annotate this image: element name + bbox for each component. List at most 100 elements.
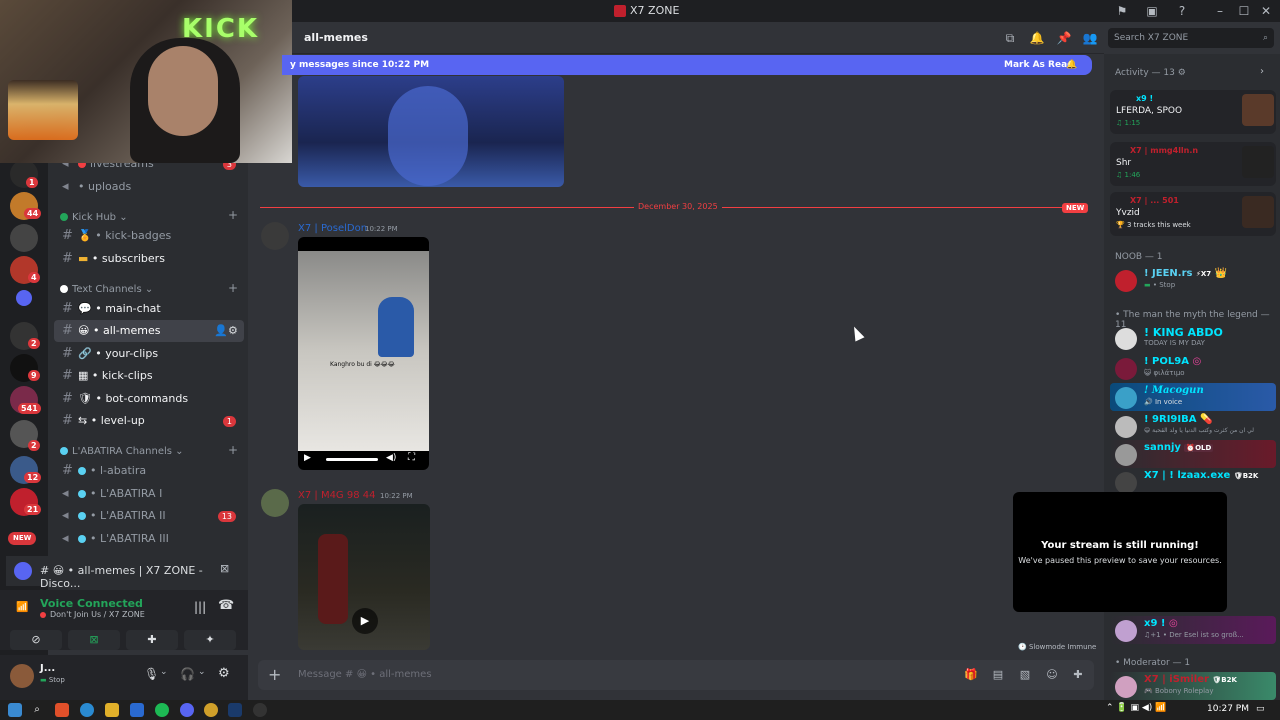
edge-icon[interactable] [80, 703, 94, 717]
disconnect-icon[interactable]: ☎ [218, 598, 234, 613]
file-explorer-icon[interactable] [105, 703, 119, 717]
chrome-icon[interactable] [204, 703, 218, 717]
screen-share-button[interactable]: ⊠ [68, 630, 120, 650]
member-item[interactable]: x9 ! ◎ ♫+1 • Der Esel ist so groß... [1110, 616, 1276, 644]
video-thumbnail[interactable]: ▶ [298, 504, 430, 650]
channel-kick-badges[interactable]: # 🏅 • kick-badges [54, 225, 244, 247]
video-player[interactable]: Kanghro bu di 😂😂😂 ▶ ◀) ⛶ [298, 237, 429, 470]
member-item[interactable]: ! JEEN.rs ⚡X7 👑 ▬ • Stop [1110, 266, 1276, 294]
headphones-icon[interactable]: 🎧 [180, 667, 195, 681]
video-thumbnail[interactable] [298, 76, 564, 187]
clock[interactable]: 10:27 PM [1207, 704, 1249, 714]
channel-all-memes[interactable]: # 😀 • all-memes 👤 ⚙ [54, 320, 244, 342]
channel-uploads[interactable]: ◂ • uploads [54, 176, 244, 198]
search-input[interactable]: Search X7 ZONE ⌕ [1108, 28, 1274, 48]
message-composer[interactable]: + Message # 😀 • all-memes 🎁 ▤ ▧ ☺ ✚ [258, 660, 1094, 690]
windows-start-icon[interactable] [8, 703, 22, 717]
member-item[interactable]: ! Macogun 🔊 In voice [1110, 383, 1276, 411]
invite-icon[interactable]: 👤 [214, 320, 228, 342]
mic-icon[interactable]: 🎙 [144, 667, 159, 681]
sticker-icon[interactable]: ▧ [1018, 668, 1032, 682]
close-icon[interactable]: ✕ [1258, 3, 1274, 19]
category-kick-hub[interactable]: Kick Hub ⌄ [60, 212, 128, 223]
screen-icon[interactable]: ▣ [1144, 3, 1160, 19]
inbox-icon[interactable]: ⚑ [1114, 3, 1130, 19]
soundboard-button[interactable]: ✦ [184, 630, 236, 650]
channel-your-clips[interactable]: # 🔗 • your-clips [54, 343, 244, 365]
category-text-channels[interactable]: Text Channels ⌄ [60, 284, 153, 295]
avatar[interactable] [261, 489, 289, 517]
channel-level-up[interactable]: # ⇆ • level-up 1 [54, 410, 244, 432]
app-icon[interactable] [253, 703, 267, 717]
threads-icon[interactable]: ⧉ [1002, 30, 1018, 46]
play-icon[interactable]: ▶ [304, 453, 311, 463]
add-attachment-icon[interactable]: + [268, 665, 281, 684]
fullscreen-icon[interactable]: ⛶ [408, 452, 415, 463]
member-item[interactable]: sannjy ⏰OLD [1110, 440, 1276, 468]
channel-bot-commands[interactable]: # 🛡 • bot-commands [54, 388, 244, 410]
channel-kick-clips[interactable]: # ▦ • kick-clips [54, 365, 244, 387]
folder-icon[interactable] [16, 290, 32, 306]
member-item[interactable]: ! POL9A ◎ 😺 φιλάτιμο [1110, 354, 1276, 382]
gif-icon[interactable]: ▤ [991, 668, 1005, 682]
gear-icon[interactable]: ⚙ [218, 666, 230, 681]
activities-button[interactable]: ✚ [126, 630, 178, 650]
chevron-right-icon[interactable]: › [1260, 66, 1264, 77]
spotify-icon[interactable] [155, 703, 169, 717]
channel-labatira-1[interactable]: ◂ • L'ABATIRA I [54, 483, 244, 505]
activity-card[interactable]: x9 ! LFERDA, SPOO ♫ 1:15 [1110, 90, 1276, 134]
server-icon[interactable] [10, 224, 38, 252]
channel-subscribers[interactable]: # ▬ • subscribers [54, 248, 244, 270]
play-icon[interactable]: ▶ [352, 608, 378, 634]
channel-l-abatira[interactable]: # • l-abatira [54, 460, 244, 482]
member-item[interactable]: X7 | iSmiler 🛡B2K 🎮 Bobony Roleplay [1110, 672, 1276, 700]
noise-suppression-icon[interactable]: ||| [194, 600, 206, 614]
message-author[interactable]: X7 | M4G 98 44 [298, 490, 376, 501]
activity-card[interactable]: X7 | mmg4lln.n Shr ♫ 1:46 [1110, 142, 1276, 186]
help-icon[interactable]: ? [1174, 3, 1190, 19]
activity-panel[interactable]: # 😀 • all-memes | X7 ZONE - Disco... ⊠ [6, 556, 242, 590]
apps-icon[interactable]: ✚ [1071, 668, 1085, 682]
voice-status[interactable]: Voice Connected [40, 597, 143, 610]
emoji-icon[interactable]: ☺ [1045, 668, 1059, 682]
pin-icon[interactable]: 📌 [1056, 30, 1072, 46]
video-progress-bar[interactable] [326, 458, 378, 461]
new-messages-bar[interactable]: y messages since 10:22 PM Mark As Read 🔔 [282, 55, 1092, 75]
maximize-icon[interactable]: ☐ [1236, 3, 1252, 19]
message-author[interactable]: X7 | PoselDon [298, 223, 367, 234]
voice-channel[interactable]: Don't Join Us / X7 ZONE [40, 610, 145, 619]
discord-icon[interactable] [180, 703, 194, 717]
channel-labatira-2[interactable]: ◂ • L'ABATIRA II 13 [54, 505, 244, 527]
gift-icon[interactable]: 🎁 [964, 668, 978, 682]
notification-icon[interactable]: ▭ [1256, 704, 1265, 714]
bell-icon[interactable]: 🔔 [1029, 30, 1045, 46]
username[interactable]: J... [40, 663, 55, 674]
message-input[interactable]: Message # 😀 • all-memes [298, 669, 432, 680]
add-channel-icon[interactable]: + [228, 443, 238, 457]
activity-card[interactable]: X7 | ... 501 Yvzid 🏆 3 tracks this week [1110, 192, 1276, 236]
gear-icon[interactable]: ⚙ [228, 320, 238, 342]
channel-main-chat[interactable]: # 💬 • main-chat [54, 298, 244, 320]
close-icon[interactable]: ⊠ [220, 562, 229, 575]
volume-icon[interactable]: ◀) [386, 453, 396, 463]
member-item[interactable]: ! KING ABDO TODAY IS MY DAY [1110, 324, 1276, 352]
category-labatira[interactable]: L'ABATIRA Channels ⌄ [60, 446, 184, 457]
member-item[interactable]: ! 9RI9IBA 💊 😄 لي ان من كثرت وكتب الدنيا … [1110, 412, 1276, 440]
chevron-down-icon[interactable]: ⌄ [198, 667, 206, 677]
activity-header[interactable]: Activity — 13 ⚙ [1115, 68, 1186, 78]
app-icon[interactable] [130, 703, 144, 717]
steam-icon[interactable] [228, 703, 242, 717]
minimize-icon[interactable]: – [1212, 3, 1228, 19]
stream-preview-toast[interactable]: Your stream is still running! We've paus… [1013, 492, 1227, 612]
add-channel-icon[interactable]: + [228, 281, 238, 295]
add-channel-icon[interactable]: + [228, 208, 238, 222]
search-icon[interactable]: ⌕ [30, 703, 44, 717]
mark-as-read-button[interactable]: Mark As Read [1004, 55, 1074, 75]
tray-icons[interactable]: ⌃ 🔋 ▣ ◀) 📶 [1106, 703, 1166, 713]
app-icon[interactable] [55, 703, 69, 717]
members-icon[interactable]: 👥 [1082, 30, 1098, 46]
channel-labatira-3[interactable]: ◂ • L'ABATIRA III [54, 528, 244, 550]
avatar[interactable] [261, 222, 289, 250]
camera-button[interactable]: ⊘ [10, 630, 62, 650]
chevron-down-icon[interactable]: ⌄ [160, 667, 168, 677]
